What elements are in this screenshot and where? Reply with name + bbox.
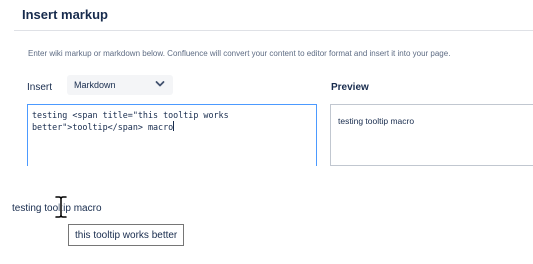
format-select[interactable]: Markdown [67,75,173,95]
insert-label: Insert [27,82,53,93]
rendered-text-suffix: macro [70,203,102,214]
instructions-text: Enter wiki markup or markdown below. Con… [28,49,451,58]
preview-label: Preview [331,82,369,93]
preview-panel: testing tooltip macro [330,104,533,166]
header-divider [14,30,533,31]
markup-textarea[interactable]: testing <span title="this tooltip works … [27,104,317,166]
format-select-value: Markdown [74,80,116,90]
preview-content: testing tooltip macro [338,116,415,126]
rendered-text-prefix: testing [12,203,45,214]
chevron-down-icon [155,81,165,87]
markup-textarea-content: testing <span title="this tooltip works … [32,110,234,132]
insert-markup-screen: Insert markup Enter wiki markup or markd… [0,0,533,264]
text-caret [173,121,175,131]
title-tooltip: this tooltip works better [68,224,185,246]
text-cursor-icon [55,195,67,219]
dialog-title: Insert markup [22,7,108,22]
tooltip-text: this tooltip works better [75,229,178,241]
